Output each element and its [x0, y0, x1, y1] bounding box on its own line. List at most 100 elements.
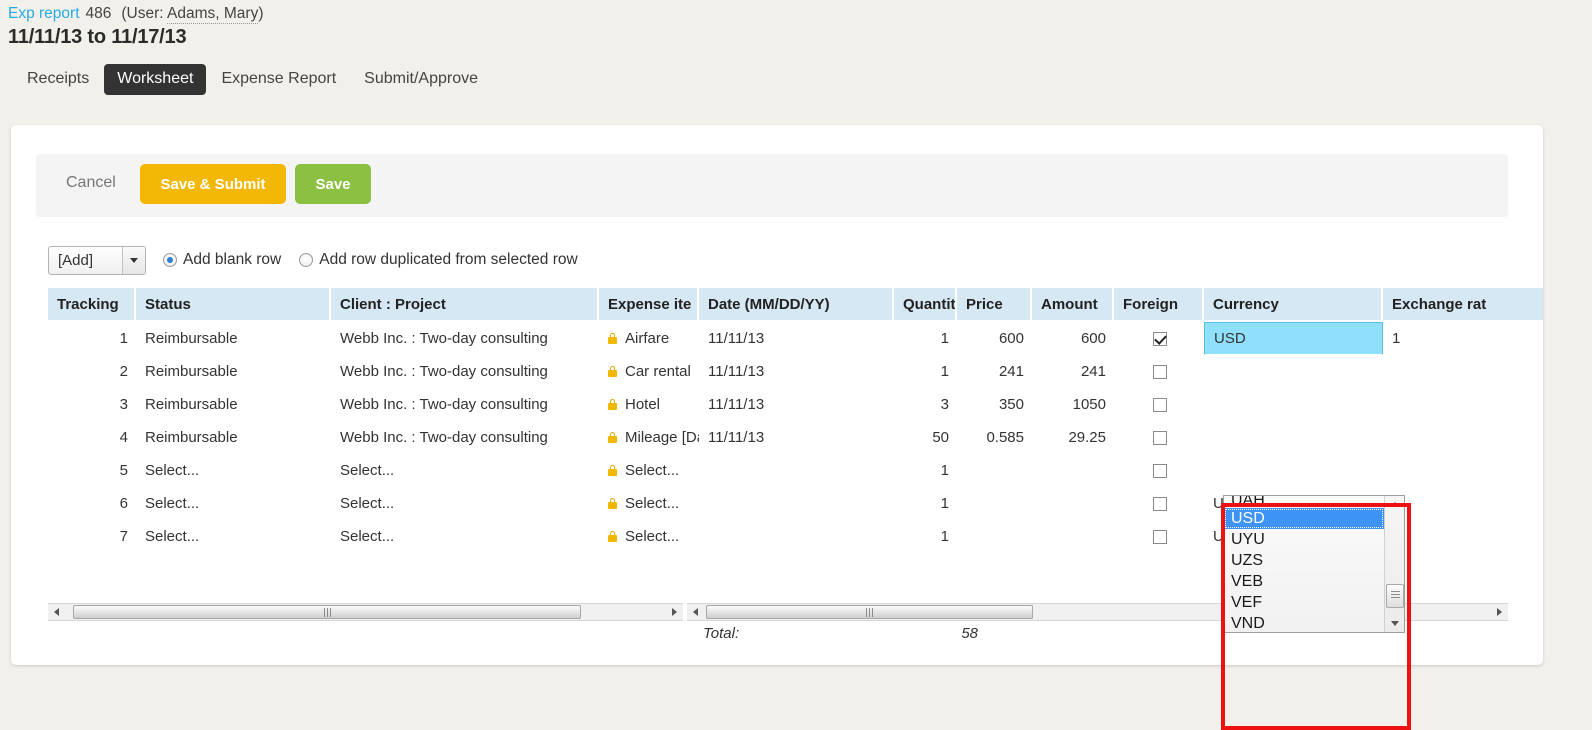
- column-header-exchange-rate[interactable]: Exchange rat: [1383, 288, 1543, 322]
- cell-client-project[interactable]: Webb Inc. : Two-day consulting: [331, 421, 599, 454]
- save-button[interactable]: Save: [295, 164, 371, 204]
- add-action-select[interactable]: [Add]: [48, 245, 146, 275]
- currency-dropdown-list[interactable]: UAH USD UYU UZS VEB VEF VND: [1223, 495, 1405, 633]
- column-header-date[interactable]: Date (MM/DD/YY): [699, 288, 894, 322]
- tab-expense-report[interactable]: Expense Report: [208, 64, 349, 95]
- horizontal-scrollbar-left[interactable]: [48, 603, 683, 621]
- table-row[interactable]: 3 Reimbursable Webb Inc. : Two-day consult…: [48, 388, 1543, 421]
- scroll-right-arrow-icon[interactable]: [1491, 604, 1508, 620]
- cell-expense-item[interactable]: Mileage [Dat: [599, 421, 699, 454]
- foreign-checkbox[interactable]: [1152, 364, 1167, 379]
- cell-price[interactable]: 0.585: [957, 421, 1032, 454]
- cell-expense-item[interactable]: Car rental: [599, 355, 699, 388]
- cell-date[interactable]: 11/11/13: [699, 421, 894, 454]
- save-and-submit-button[interactable]: Save & Submit: [140, 164, 286, 204]
- radio-add-blank-row[interactable]: [163, 253, 177, 267]
- scroll-down-arrow-icon[interactable]: [1385, 615, 1404, 632]
- cell-client-project[interactable]: Webb Inc. : Two-day consulting: [331, 388, 599, 421]
- table-row[interactable]: 2 Reimbursable Webb Inc. : Two-day consult…: [48, 355, 1543, 388]
- cell-quantity[interactable]: 1: [894, 355, 957, 388]
- cell-date[interactable]: 11/11/13: [699, 355, 894, 388]
- cell-quantity[interactable]: 3: [894, 388, 957, 421]
- cell-status[interactable]: Select...: [136, 487, 331, 520]
- scroll-right-arrow-icon[interactable]: [666, 604, 683, 620]
- foreign-checkbox[interactable]: [1152, 529, 1167, 544]
- table-row[interactable]: 4 Reimbursable Webb Inc. : Two-day consult…: [48, 421, 1543, 454]
- cell-expense-item[interactable]: Hotel: [599, 388, 699, 421]
- scrollbar-thumb[interactable]: [73, 605, 581, 619]
- cell-status[interactable]: Select...: [136, 454, 331, 487]
- cell-date[interactable]: 11/11/13: [699, 388, 894, 421]
- cell-expense-item[interactable]: Select...: [599, 520, 699, 553]
- column-header-quantity[interactable]: Quantit: [894, 288, 957, 322]
- cell-exchange-rate[interactable]: [1383, 355, 1543, 388]
- column-header-amount[interactable]: Amount: [1032, 288, 1114, 322]
- cell-date[interactable]: [699, 487, 894, 520]
- cell-status[interactable]: Reimbursable: [136, 355, 331, 388]
- cell-currency[interactable]: [1204, 454, 1383, 487]
- cell-quantity[interactable]: 50: [894, 421, 957, 454]
- scroll-left-arrow-icon[interactable]: [687, 604, 704, 620]
- scrollbar-thumb[interactable]: [706, 605, 1033, 619]
- cell-client-project[interactable]: Select...: [331, 487, 599, 520]
- cell-currency[interactable]: [1204, 388, 1383, 421]
- cell-expense-item[interactable]: Airfare: [599, 322, 699, 355]
- radio-add-blank-row-label[interactable]: Add blank row: [183, 251, 281, 269]
- cell-foreign[interactable]: [1114, 388, 1204, 421]
- cell-currency[interactable]: [1204, 421, 1383, 454]
- cell-currency[interactable]: [1204, 355, 1383, 388]
- cell-exchange-rate[interactable]: [1383, 487, 1543, 520]
- tab-worksheet[interactable]: Worksheet: [104, 63, 207, 95]
- cancel-button[interactable]: Cancel: [66, 174, 116, 192]
- cell-price[interactable]: [957, 520, 1032, 553]
- foreign-checkbox[interactable]: [1152, 430, 1167, 445]
- cell-exchange-rate[interactable]: [1383, 454, 1543, 487]
- currency-option-vnd[interactable]: VND: [1224, 613, 1384, 632]
- table-row[interactable]: 5 Select... Select... Select... 1: [48, 454, 1543, 487]
- cell-foreign[interactable]: [1114, 454, 1204, 487]
- tab-submit-approve[interactable]: Submit/Approve: [351, 64, 491, 95]
- cell-status[interactable]: Reimbursable: [136, 322, 331, 355]
- scrollbar-thumb[interactable]: [1386, 584, 1404, 608]
- foreign-checkbox[interactable]: [1152, 397, 1167, 412]
- column-header-foreign[interactable]: Foreign: [1114, 288, 1204, 322]
- cell-client-project[interactable]: Webb Inc. : Two-day consulting: [331, 322, 599, 355]
- cell-currency[interactable]: USD: [1204, 322, 1383, 355]
- currency-dropdown-scrollbar[interactable]: [1384, 496, 1404, 632]
- breadcrumb-link-exp-report[interactable]: Exp report: [8, 5, 80, 22]
- cell-date[interactable]: [699, 520, 894, 553]
- cell-status[interactable]: Reimbursable: [136, 388, 331, 421]
- cell-price[interactable]: 600: [957, 322, 1032, 355]
- cell-expense-item[interactable]: Select...: [599, 487, 699, 520]
- cell-exchange-rate[interactable]: 1: [1383, 322, 1543, 355]
- cell-date[interactable]: [699, 454, 894, 487]
- cell-foreign[interactable]: [1114, 520, 1204, 553]
- column-header-client-project[interactable]: Client : Project: [331, 288, 599, 322]
- cell-exchange-rate[interactable]: [1383, 421, 1543, 454]
- cell-quantity[interactable]: 1: [894, 322, 957, 355]
- foreign-checkbox[interactable]: [1152, 463, 1167, 478]
- cell-price[interactable]: [957, 487, 1032, 520]
- cell-foreign[interactable]: [1114, 355, 1204, 388]
- currency-option-veb[interactable]: VEB: [1224, 571, 1384, 592]
- cell-client-project[interactable]: Select...: [331, 454, 599, 487]
- cell-exchange-rate[interactable]: [1383, 520, 1543, 553]
- scroll-up-arrow-icon[interactable]: [1385, 496, 1404, 513]
- cell-foreign[interactable]: [1114, 421, 1204, 454]
- cell-price[interactable]: 350: [957, 388, 1032, 421]
- tab-receipts[interactable]: Receipts: [14, 64, 102, 95]
- column-header-tracking[interactable]: Tracking: [48, 288, 136, 322]
- cell-client-project[interactable]: Webb Inc. : Two-day consulting: [331, 355, 599, 388]
- radio-add-duplicated-row-label[interactable]: Add row duplicated from selected row: [319, 251, 577, 269]
- currency-option-uyu[interactable]: UYU: [1224, 529, 1384, 550]
- column-header-price[interactable]: Price: [957, 288, 1032, 322]
- column-header-status[interactable]: Status: [136, 288, 331, 322]
- cell-status[interactable]: Reimbursable: [136, 421, 331, 454]
- currency-option-partial-top[interactable]: UAH: [1224, 496, 1384, 508]
- cell-status[interactable]: Select...: [136, 520, 331, 553]
- table-row[interactable]: 1 Reimbursable Webb Inc. : Two-day consult…: [48, 322, 1543, 355]
- cell-price[interactable]: [957, 454, 1032, 487]
- column-header-currency[interactable]: Currency: [1204, 288, 1383, 322]
- cell-quantity[interactable]: 1: [894, 487, 957, 520]
- scroll-left-arrow-icon[interactable]: [48, 604, 65, 620]
